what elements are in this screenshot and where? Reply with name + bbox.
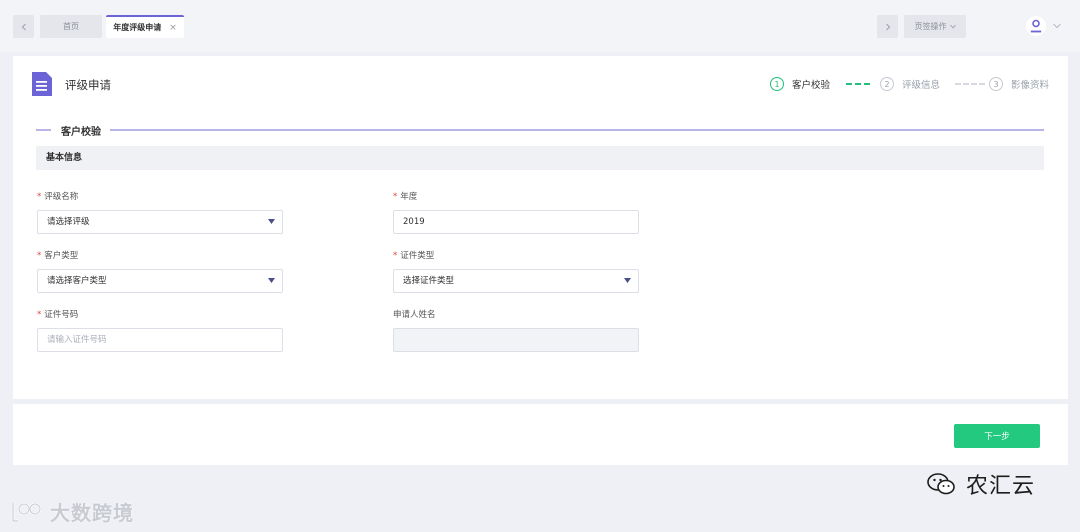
rating-name-select[interactable]: 请选择评级 bbox=[37, 210, 283, 234]
id-number-field: * 证件号码 请输入证件号码 bbox=[37, 309, 283, 352]
id-number-label: 证件号码 bbox=[44, 310, 79, 320]
user-avatar-icon[interactable] bbox=[1026, 16, 1046, 36]
step-1-number: 1 bbox=[770, 77, 784, 91]
dropdown-caret-icon bbox=[624, 278, 631, 283]
customer-type-field: * 客户类型 请选择客户类型 bbox=[37, 250, 283, 293]
footer-card: 下一步 bbox=[13, 404, 1068, 465]
required-mark: * bbox=[37, 192, 42, 202]
tab-home-label: 首页 bbox=[63, 22, 79, 31]
dropdown-caret-icon bbox=[268, 219, 275, 224]
step-3-label: 影像资料 bbox=[1011, 80, 1050, 91]
required-mark: * bbox=[37, 251, 42, 261]
applicant-name-field: 申请人姓名 bbox=[393, 309, 639, 352]
applicant-name-input bbox=[393, 328, 639, 352]
tabs-scroll-right-button[interactable] bbox=[877, 15, 898, 38]
top-tab-bar: 首页 年度评级申请 × 页签操作 bbox=[0, 0, 1080, 52]
section-title: 客户校验 bbox=[61, 127, 101, 138]
user-menu-chevron-icon[interactable] bbox=[1052, 22, 1062, 30]
page-ops-label: 页签操作 bbox=[914, 22, 947, 31]
chevron-right-icon bbox=[885, 23, 890, 30]
page-title: 评级申请 bbox=[65, 78, 111, 92]
year-value: 2019 bbox=[403, 217, 425, 227]
tab-annual-rating-label: 年度评级申请 bbox=[113, 23, 162, 32]
section-header: 客户校验 bbox=[36, 122, 1044, 138]
id-number-input[interactable]: 请输入证件号码 bbox=[37, 328, 283, 352]
section-divider-left bbox=[36, 129, 51, 131]
id-type-select[interactable]: 选择证件类型 bbox=[393, 269, 639, 293]
page-ops-dropdown[interactable]: 页签操作 bbox=[904, 15, 966, 38]
required-mark: * bbox=[37, 310, 42, 320]
watermark-right-text: 农汇云 bbox=[966, 474, 1036, 499]
next-step-button[interactable]: 下一步 bbox=[954, 424, 1040, 448]
year-label: 年度 bbox=[400, 192, 418, 202]
wechat-icon bbox=[927, 473, 955, 495]
step-2-label: 评级信息 bbox=[902, 80, 941, 91]
required-mark: * bbox=[393, 192, 398, 202]
tabs-scroll-left-button[interactable] bbox=[13, 15, 34, 38]
required-mark: * bbox=[393, 251, 398, 261]
tab-home[interactable]: 首页 bbox=[40, 15, 102, 38]
main-card: 评级申请 1 客户校验 2 评级信息 3 影像资料 客户校验 基本信息 * 评级名… bbox=[13, 56, 1068, 399]
rating-name-placeholder: 请选择评级 bbox=[47, 217, 90, 227]
document-icon bbox=[32, 72, 52, 96]
brand-logo-icon bbox=[11, 502, 42, 522]
id-type-field: * 证件类型 选择证件类型 bbox=[393, 250, 639, 293]
year-field: * 年度 2019 bbox=[393, 191, 639, 234]
watermark-left: 大数跨境 bbox=[10, 497, 134, 526]
step-connector-pending bbox=[955, 83, 985, 85]
dropdown-caret-icon bbox=[268, 278, 275, 283]
rating-name-field: * 评级名称 请选择评级 bbox=[37, 191, 283, 234]
applicant-name-label: 申请人姓名 bbox=[393, 310, 436, 320]
year-input[interactable]: 2019 bbox=[393, 210, 639, 234]
section-divider-right bbox=[110, 129, 1044, 131]
step-rating-info: 2 评级信息 bbox=[880, 76, 940, 92]
id-type-placeholder: 选择证件类型 bbox=[403, 276, 455, 286]
step-2-number: 2 bbox=[880, 77, 894, 91]
close-icon[interactable]: × bbox=[169, 23, 177, 33]
customer-type-select[interactable]: 请选择客户类型 bbox=[37, 269, 283, 293]
rating-name-label: 评级名称 bbox=[44, 192, 79, 202]
id-type-label: 证件类型 bbox=[400, 251, 435, 261]
step-1-label: 客户校验 bbox=[792, 80, 831, 91]
basic-info-subheader: 基本信息 bbox=[36, 146, 1044, 170]
step-3-number: 3 bbox=[989, 77, 1003, 91]
id-number-placeholder: 请输入证件号码 bbox=[47, 335, 107, 345]
watermark-right: 农汇云 bbox=[926, 468, 1035, 500]
customer-type-label: 客户类型 bbox=[44, 251, 79, 261]
step-customer-verify: 1 客户校验 bbox=[770, 76, 830, 92]
watermark-left-text: 大数跨境 bbox=[50, 501, 134, 525]
chevron-left-icon bbox=[21, 23, 26, 30]
chevron-down-icon bbox=[949, 24, 956, 29]
customer-type-placeholder: 请选择客户类型 bbox=[47, 276, 107, 286]
step-image-data: 3 影像资料 bbox=[989, 76, 1049, 92]
tab-annual-rating[interactable]: 年度评级申请 × bbox=[106, 15, 184, 38]
step-connector-done bbox=[846, 83, 870, 85]
